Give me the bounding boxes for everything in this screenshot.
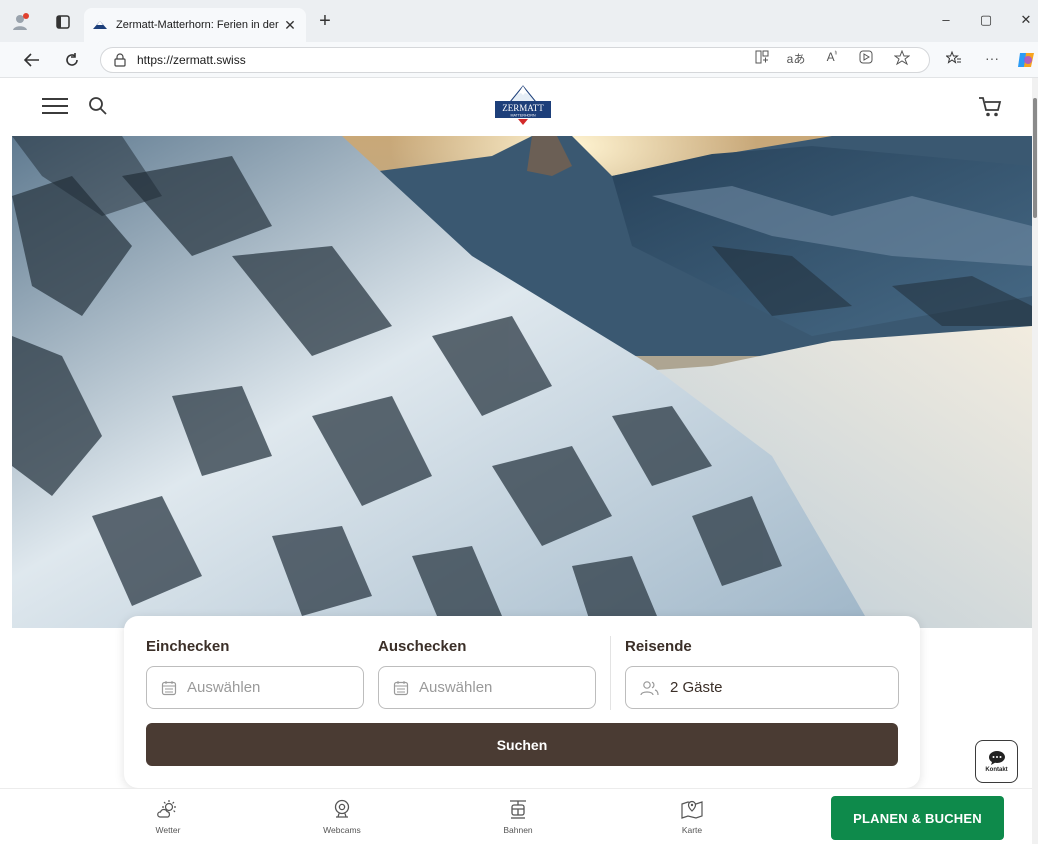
checkin-label: Einchecken [146, 638, 230, 655]
favicon-icon [93, 21, 107, 29]
immersive-reader-icon[interactable] [752, 50, 772, 67]
map-icon [681, 800, 703, 819]
nav-label-karte: Karte [681, 825, 703, 835]
favorites-bar-icon[interactable] [944, 50, 964, 69]
kontakt-label: Kontakt [985, 767, 1008, 773]
back-icon[interactable] [22, 50, 42, 70]
menu-icon[interactable] [42, 98, 68, 116]
zermatt-logo[interactable]: ZERMATT MATTERHORN [492, 84, 554, 130]
field-divider [610, 636, 611, 710]
copilot-icon[interactable] [1016, 50, 1036, 73]
browser-tab-bar: Zermatt-Matterhorn: Ferien in der ✕ + – … [0, 0, 1038, 42]
nav-label-wetter: Wetter [155, 825, 181, 835]
cart-icon[interactable] [978, 96, 1002, 118]
translate-icon[interactable]: aあ [786, 50, 806, 67]
close-window-button[interactable]: ✕ [1016, 12, 1036, 28]
lock-icon [114, 53, 126, 67]
checkin-field[interactable]: Auswählen [146, 666, 364, 709]
weather-icon [157, 800, 176, 818]
url-text: https://zermatt.swiss [137, 53, 246, 67]
scrollbar-thumb[interactable] [1033, 98, 1037, 218]
favorite-star-icon[interactable] [892, 49, 912, 69]
browser-tab[interactable]: Zermatt-Matterhorn: Ferien in der ✕ [84, 8, 306, 42]
address-bar-row: https://zermatt.swiss aあ Aʰ ··· [0, 42, 1038, 78]
nav-label-bahnen: Bahnen [503, 825, 533, 835]
page-scrollbar[interactable] [1032, 78, 1038, 844]
more-menu-icon[interactable]: ··· [982, 50, 1002, 66]
minimize-button[interactable]: – [936, 12, 956, 27]
calendar-icon [393, 680, 409, 695]
bottom-nav: Wetter Webcams Bahnen Karte PLANEN & BUC… [0, 788, 1032, 844]
extensions-icon[interactable] [856, 50, 876, 67]
cablecar-icon [510, 800, 526, 819]
booking-form: Einchecken Auswählen Auschecken Auswähle… [124, 616, 920, 788]
site-header: ZERMATT MATTERHORN [0, 78, 1038, 136]
read-aloud-icon[interactable]: Aʰ [822, 50, 842, 64]
tab-close-icon[interactable]: ✕ [282, 17, 298, 34]
hero-mountain-image [12, 136, 1032, 628]
checkin-placeholder: Auswählen [187, 679, 261, 696]
nav-item-karte[interactable]: Karte [652, 799, 732, 835]
nav-label-webcams: Webcams [323, 825, 361, 835]
refresh-icon[interactable] [62, 50, 82, 70]
chat-bubble-icon [988, 751, 1005, 765]
nav-item-bahnen[interactable]: Bahnen [478, 799, 558, 835]
webcam-icon [334, 799, 350, 818]
calendar-icon [161, 680, 177, 695]
profile-icon[interactable] [10, 11, 32, 33]
guests-field[interactable]: 2 Gäste [625, 666, 899, 709]
plan-and-book-button[interactable]: PLANEN & BUCHEN [831, 796, 1004, 840]
nav-item-wetter[interactable]: Wetter [128, 799, 208, 835]
search-icon[interactable] [88, 96, 108, 116]
guests-label: Reisende [625, 638, 692, 655]
tab-actions-icon[interactable] [52, 11, 74, 33]
search-button[interactable]: Suchen [146, 723, 898, 766]
checkout-field[interactable]: Auswählen [378, 666, 596, 709]
logo-text-bottom: MATTERHORN [510, 114, 535, 118]
new-tab-button[interactable]: + [314, 11, 336, 31]
guests-value: 2 Gäste [670, 679, 723, 696]
checkout-placeholder: Auswählen [419, 679, 493, 696]
tab-title: Zermatt-Matterhorn: Ferien in der [116, 19, 279, 31]
logo-text-top: ZERMATT [502, 103, 544, 113]
checkout-label: Auschecken [378, 638, 467, 655]
maximize-button[interactable]: ▢ [976, 12, 996, 28]
nav-item-webcams[interactable]: Webcams [302, 799, 382, 835]
guests-icon [640, 680, 659, 695]
kontakt-button[interactable]: Kontakt [975, 740, 1018, 783]
